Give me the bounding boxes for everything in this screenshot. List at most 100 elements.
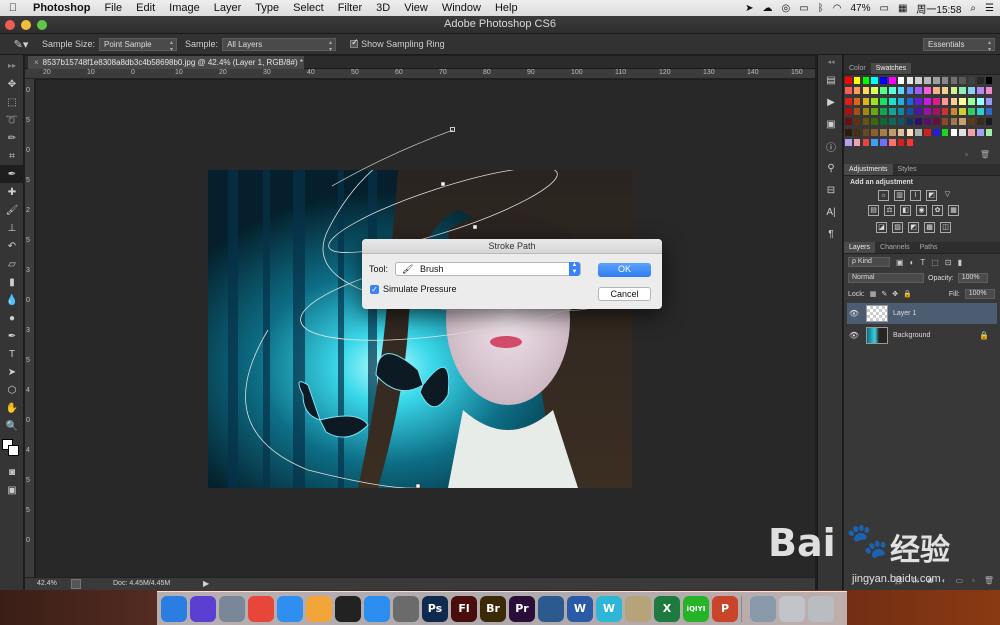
swatch[interactable] [968,118,975,126]
swatch[interactable] [977,107,984,115]
show-sampling-ring-checkbox[interactable] [350,37,359,48]
swatch[interactable] [933,97,940,105]
swatch[interactable] [871,107,878,115]
preview-icon[interactable] [625,595,651,622]
tab-channels[interactable]: Channels [875,242,915,253]
swatch[interactable] [871,118,878,126]
color-balance-adjust-icon[interactable]: ⚖ [884,205,895,216]
menu-layer[interactable]: Layer [207,0,249,16]
swatch[interactable] [977,128,984,136]
threshold-adjust-icon[interactable]: ◩ [908,222,919,233]
strip-collapse-icon[interactable]: ◂◂ [818,55,844,69]
swatch[interactable] [871,97,878,105]
swatch[interactable] [985,97,993,105]
simulate-pressure-option[interactable]: ✓ Simulate Pressure [370,284,457,294]
link-layers-icon[interactable]: ⛓ [893,576,903,588]
brush-panel-icon[interactable]: ⚲ [818,157,844,179]
swatch[interactable] [889,107,896,115]
history-panel-icon[interactable]: ▤ [818,69,844,91]
layer-visibility-eye-icon[interactable]: 👁 [847,309,861,318]
quicktime-icon[interactable] [538,595,564,622]
photoshop-icon[interactable]: Ps [422,595,448,622]
new-layer-icon[interactable]: ▫ [972,576,975,588]
swatch[interactable] [853,97,861,105]
status-menu-arrow-icon[interactable]: ▶ [203,579,209,588]
new-group-icon[interactable]: ▭ [955,576,963,588]
clone-source-panel-icon[interactable]: ⊟ [818,179,844,201]
swatch[interactable] [915,118,922,126]
paragraph-panel-icon[interactable]: ¶ [818,223,844,245]
quick-mask-icon[interactable]: ◙ [0,463,24,481]
invert-adjust-icon[interactable]: ◪ [876,222,887,233]
word-icon[interactable]: W [567,595,593,622]
swatch[interactable] [924,118,931,126]
crop-tool-icon[interactable]: ⌗ [0,147,24,165]
battery-icon[interactable]: ▭ [879,3,888,14]
eyedropper-preset-icon[interactable]: ✎▾ [0,38,42,51]
swatch[interactable] [959,87,966,95]
swatch[interactable] [871,77,878,84]
swatch[interactable] [880,107,887,115]
flash-icon[interactable]: Fl [451,595,477,622]
swatch[interactable] [950,87,958,95]
swatch[interactable] [906,128,914,136]
swatch[interactable] [950,77,958,84]
swatch[interactable] [959,107,966,115]
delete-layer-icon[interactable]: 🗑 [984,576,994,588]
swatch[interactable] [871,128,878,136]
siri-icon[interactable] [190,595,216,622]
color-lookup-adjust-icon[interactable]: ▦ [948,205,959,216]
swatch[interactable] [889,97,896,105]
color-swatches[interactable] [0,435,24,463]
sample-select[interactable]: All Layers [222,37,337,53]
horizontal-ruler[interactable]: 20 10 0 10 20 30 40 50 60 70 80 90 100 110 120 130 140 15… [25,69,815,79]
show-sampling-ring-option[interactable]: Show Sampling Ring [350,37,445,49]
swatch[interactable] [889,87,896,95]
swatch[interactable] [968,128,975,136]
swatch[interactable] [889,118,896,126]
swatch[interactable] [845,77,852,84]
swatch[interactable] [941,118,949,126]
vertical-ruler[interactable]: 0 5 0 5 2 5 3 0 3 5 4 0 4 5 5 0 [25,79,35,579]
tab-adjustments[interactable]: Adjustments [844,164,893,175]
launchpad-icon[interactable] [219,595,245,622]
swatch[interactable] [924,77,931,84]
status-info-icon[interactable] [71,579,81,589]
safari-icon[interactable] [277,595,303,622]
filter-pixel-icon[interactable]: ▣ [896,258,904,267]
swatch[interactable] [845,97,852,105]
screenshot-icon[interactable] [750,595,776,622]
swatch[interactable] [862,97,870,105]
cloud-icon[interactable]: ☁ [763,3,773,14]
marquee-tool-icon[interactable]: ⬚ [0,93,24,111]
menu-filter[interactable]: Filter [331,0,369,16]
filter-type-icon[interactable]: T [920,258,925,267]
swatch[interactable] [933,118,940,126]
simulate-pressure-checkbox[interactable]: ✓ [370,284,379,294]
layer-row-layer-1[interactable]: 👁 Layer 1 [847,303,997,324]
swatch[interactable] [985,87,993,95]
swatch[interactable] [862,128,870,136]
hue-saturation-adjust-icon[interactable]: ▤ [868,205,879,216]
levels-adjust-icon[interactable]: ▥ [894,190,905,201]
swatch[interactable] [889,77,896,84]
tool-select[interactable]: 🖌 Brush ▲ ▼ [395,262,581,276]
gradient-map-adjust-icon[interactable]: ▩ [924,222,935,233]
document-tab[interactable]: × 8537b15748f1e8308a8db3c4b58698b0.jpg @ … [28,56,304,69]
swatch[interactable] [941,107,949,115]
lock-image-icon[interactable]: ✎ [881,290,887,298]
menu-window[interactable]: Window [435,0,488,16]
excel-icon[interactable]: X [654,595,680,622]
menu-image[interactable]: Image [162,0,207,16]
powerpoint-icon[interactable]: P [712,595,738,622]
close-tab-icon[interactable]: × [34,58,39,67]
filter-toggle-icon[interactable]: ▮ [958,258,962,267]
add-mask-icon[interactable]: ◙ [928,576,933,588]
swatch[interactable] [985,107,993,115]
swatch[interactable] [933,107,940,115]
lock-all-icon[interactable]: 🔒 [903,290,912,298]
swatch[interactable] [924,128,931,136]
trash-icon[interactable] [808,595,834,622]
swatch[interactable] [941,128,949,136]
airplay-icon[interactable]: ▭ [799,3,808,14]
